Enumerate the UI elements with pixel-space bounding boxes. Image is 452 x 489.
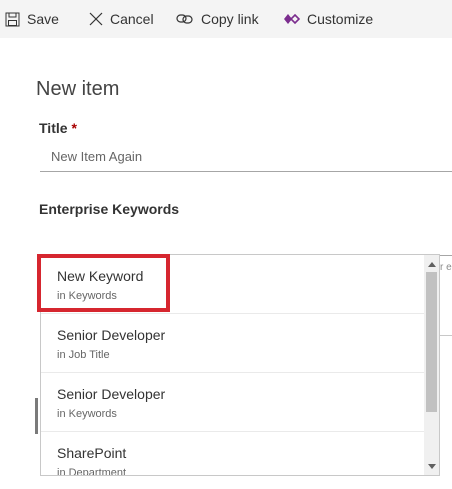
copy-link-label: Copy link: [201, 11, 259, 27]
cancel-button[interactable]: Cancel: [89, 0, 154, 38]
title-field[interactable]: New Item Again: [40, 142, 452, 172]
scrollbar-thumb[interactable]: [426, 272, 437, 412]
background-divider: [440, 335, 452, 336]
scroll-down-arrow[interactable]: [424, 459, 439, 473]
suggestion-source: in Department: [57, 467, 127, 476]
suggestion-name: Senior Developer: [57, 327, 166, 343]
suggestion-name: New Keyword: [57, 268, 144, 284]
title-field-value: New Item Again: [51, 149, 143, 164]
suggestion-item-sharepoint[interactable]: SharePoint in Department: [41, 432, 424, 476]
dropdown-scrollbar[interactable]: [424, 255, 439, 475]
triangle-down-icon: [427, 463, 436, 469]
clipped-background-text: r e: [440, 262, 452, 273]
suggestion-source: in Keywords: [57, 290, 117, 302]
suggestion-item-new-keyword[interactable]: New Keyword in Keywords: [41, 255, 424, 314]
enterprise-keywords-label: Enterprise Keywords: [39, 201, 180, 217]
save-icon: [5, 12, 20, 27]
suggestion-item-senior-developer-job-title[interactable]: Senior Developer in Job Title: [41, 314, 424, 373]
keyword-suggestions-dropdown: New Keyword in Keywords Senior Developer…: [40, 254, 440, 476]
save-button[interactable]: Save: [5, 0, 59, 38]
required-marker: *: [71, 120, 77, 136]
title-field-label: Title *: [39, 120, 77, 136]
triangle-up-icon: [427, 261, 436, 267]
link-icon: [176, 13, 194, 25]
close-icon: [89, 12, 103, 26]
suggestion-source: in Keywords: [57, 408, 117, 420]
suggestion-name: SharePoint: [57, 445, 127, 461]
enterprise-keywords-field[interactable]: [40, 226, 452, 256]
scroll-up-arrow[interactable]: [424, 257, 439, 271]
suggestion-name: Senior Developer: [57, 386, 166, 402]
command-bar: Save Cancel Copy link Customize: [0, 0, 452, 38]
title-label-text: Title: [39, 120, 68, 136]
cancel-label: Cancel: [110, 11, 154, 27]
copy-link-button[interactable]: Copy link: [176, 0, 259, 38]
save-label: Save: [27, 11, 59, 27]
customize-icon: [284, 13, 300, 25]
customize-label: Customize: [307, 11, 374, 27]
suggestion-source: in Job Title: [57, 349, 110, 361]
suggestion-item-senior-developer-keywords[interactable]: Senior Developer in Keywords: [41, 373, 424, 432]
form-heading: New item: [36, 78, 120, 100]
customize-button[interactable]: Customize: [284, 0, 373, 38]
background-edge: [35, 398, 38, 434]
